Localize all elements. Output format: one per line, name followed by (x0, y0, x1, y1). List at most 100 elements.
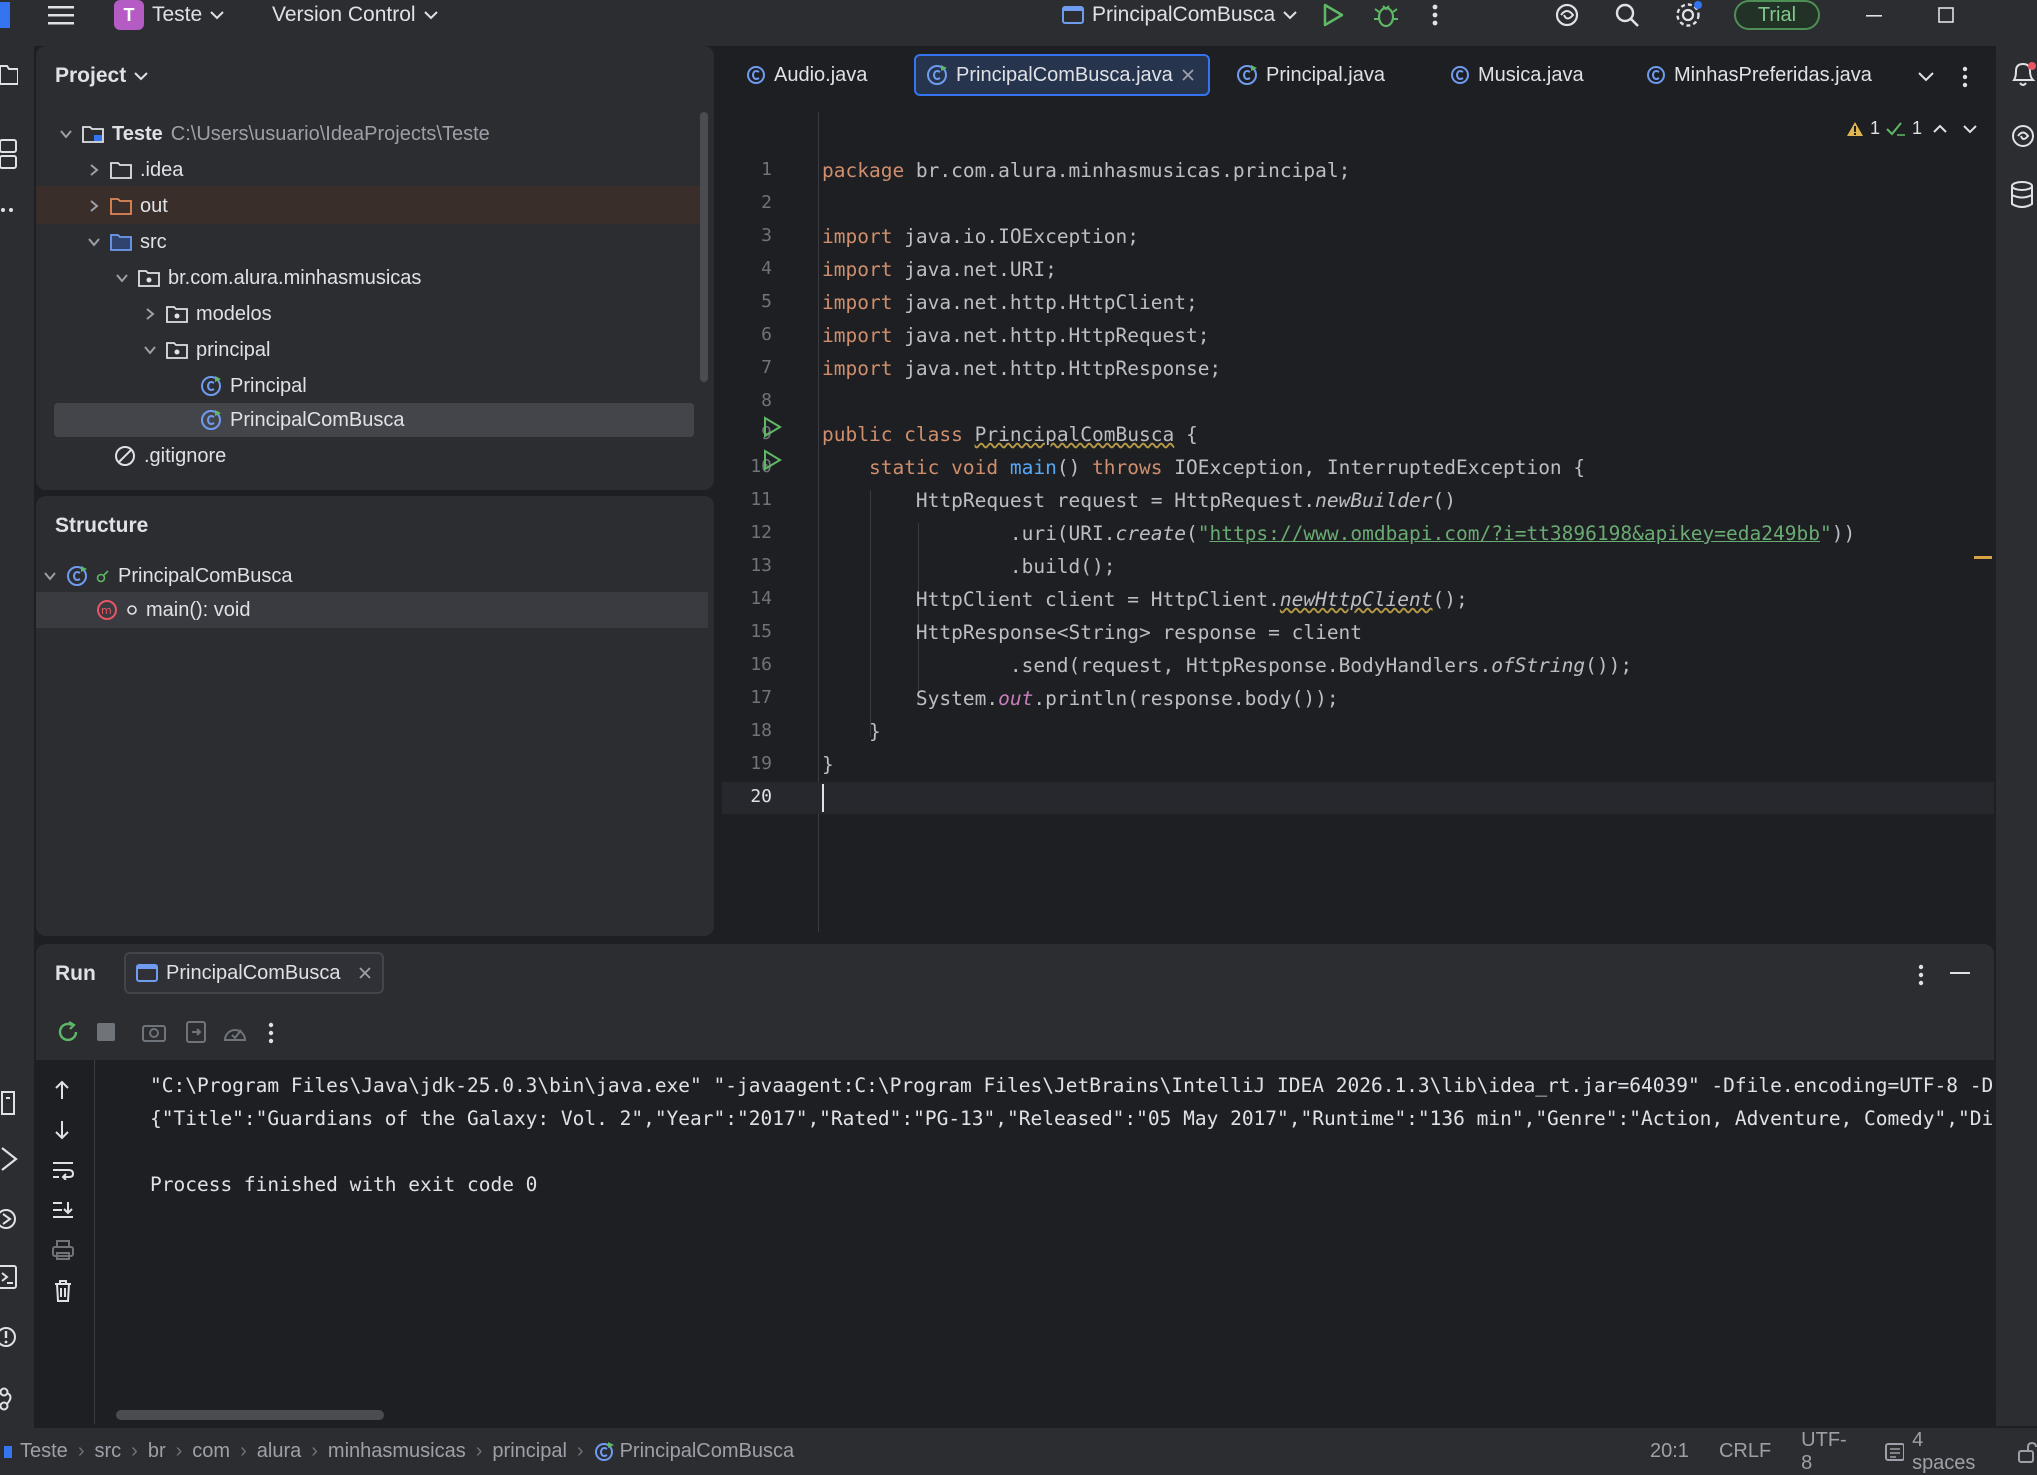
more-vertical-icon[interactable] (268, 1022, 274, 1044)
stop-icon[interactable] (96, 1022, 116, 1042)
tree-item-principal-class[interactable]: Principal (200, 369, 307, 403)
main-menu-button[interactable] (48, 0, 74, 30)
arrow-down-icon[interactable] (54, 1120, 70, 1140)
breadcrumb-item[interactable]: alura (257, 1440, 301, 1463)
token: throws (1092, 456, 1163, 479)
runnable-class-icon (927, 65, 947, 85)
tree-item-modelos[interactable]: modelos (142, 297, 272, 331)
breadcrumb-item[interactable]: principal (492, 1440, 566, 1463)
project-panel: Project Teste C:\Users\usuario\IdeaProje… (36, 46, 714, 490)
tab-label: Principal.java (1266, 63, 1385, 86)
tree-item-src[interactable]: src (86, 225, 167, 259)
bug-icon (1374, 5, 1398, 28)
services-icon[interactable] (0, 1088, 18, 1118)
tab-minhaspreferidas[interactable]: MinhasPreferidas.java (1636, 54, 1882, 96)
more-vertical-icon[interactable] (1918, 964, 1924, 986)
exit-icon[interactable] (184, 1020, 208, 1044)
token: System. (915, 687, 999, 710)
tab-audio[interactable]: Audio.java (736, 54, 877, 96)
hide-panel-icon[interactable] (1950, 972, 1970, 976)
vcs-menu[interactable]: Version Control (272, 0, 438, 30)
rerun-icon[interactable] (56, 1020, 80, 1044)
more-vertical-icon[interactable] (1962, 66, 1968, 88)
tree-item-gitignore[interactable]: .gitignore (114, 439, 226, 473)
project-switcher[interactable]: T Teste (114, 0, 224, 30)
close-icon[interactable] (1181, 68, 1195, 82)
more-vertical-icon (1432, 4, 1438, 26)
settings-button[interactable] (1674, 0, 1702, 30)
breadcrumb-item[interactable]: minhasmusicas (328, 1440, 466, 1463)
run-tab-principalcombusca[interactable]: PrincipalComBusca (124, 952, 384, 994)
token: " (1819, 522, 1832, 545)
folder-icon[interactable] (0, 62, 18, 86)
breadcrumb-item[interactable]: Teste (20, 1440, 68, 1463)
minimize-icon (1866, 15, 1882, 17)
console-output[interactable]: "C:\Program Files\Java\jdk-25.0.3\bin\ja… (72, 1060, 1994, 1380)
ai-chat-icon[interactable] (2010, 122, 2037, 150)
close-icon[interactable] (358, 966, 372, 980)
structure-panel: Structure PrincipalComBusca m main(): vo… (36, 496, 714, 936)
problems-icon[interactable] (0, 1322, 20, 1352)
file-encoding[interactable]: UTF-8 (1801, 1429, 1855, 1475)
git-icon[interactable] (0, 1384, 20, 1414)
tree-item-principal-package[interactable]: principal (142, 333, 270, 367)
unlock-icon[interactable] (2017, 1441, 2037, 1463)
breadcrumb-item[interactable]: br (148, 1440, 166, 1463)
console-horizontal-scrollbar[interactable] (116, 1410, 384, 1420)
chevron-down-icon[interactable] (1918, 72, 1934, 82)
tree-item-out[interactable]: out (86, 189, 168, 223)
status-bar: Teste › src › br › com › alura › minhasmusica… (0, 1428, 2037, 1475)
print-icon[interactable] (52, 1240, 74, 1260)
project-scrollbar[interactable] (700, 112, 708, 382)
run-tool-icon[interactable] (0, 1144, 20, 1174)
breadcrumb-item[interactable]: com (192, 1440, 230, 1463)
more-actions-button[interactable] (1432, 0, 1438, 30)
tab-musica[interactable]: Musica.java (1440, 54, 1594, 96)
scroll-to-end-icon[interactable] (52, 1200, 74, 1220)
indent-widget[interactable]: 4 spaces (1885, 1429, 1988, 1475)
breadcrumb-item[interactable]: src (94, 1440, 121, 1463)
debug-tool-icon[interactable] (0, 1204, 20, 1234)
console-line: Process finished with exit code 0 (150, 1173, 538, 1196)
structure-item-class[interactable]: PrincipalComBusca (42, 559, 293, 593)
tree-item-package[interactable]: br.com.alura.minhasmusicas (114, 261, 421, 295)
code-area[interactable]: package br.com.alura.minhasmusicas.princ… (722, 112, 1994, 932)
notifications-icon[interactable] (2010, 60, 2037, 88)
caret-position[interactable]: 20:1 (1650, 1440, 1689, 1463)
structure-icon[interactable] (0, 138, 18, 170)
tree-label: Principal (230, 374, 307, 397)
terminal-icon[interactable] (0, 1262, 20, 1292)
camera-icon[interactable] (142, 1022, 166, 1042)
soft-wrap-icon[interactable] (52, 1160, 74, 1180)
minimize-button[interactable] (1866, 0, 1884, 30)
arrow-up-icon[interactable] (54, 1080, 70, 1100)
tab-principal[interactable]: Principal.java (1226, 54, 1395, 96)
debug-button[interactable] (1374, 0, 1398, 30)
structure-item-main[interactable]: m main(): void (96, 593, 250, 627)
code-line-19: } (822, 753, 834, 776)
project-panel-header[interactable]: Project (55, 64, 148, 88)
maximize-button[interactable] (1938, 0, 1956, 30)
run-button[interactable] (1322, 0, 1344, 30)
ai-assistant-button[interactable] (1554, 0, 1580, 30)
database-icon[interactable] (2010, 180, 2037, 210)
app-logo-icon[interactable] (0, 0, 12, 30)
tree-item-teste[interactable]: Teste C:\Users\usuario\IdeaProjects\Test… (58, 117, 490, 151)
breadcrumb-item-class[interactable]: PrincipalComBusca (594, 1440, 794, 1463)
tree-item-idea[interactable]: .idea (86, 153, 183, 187)
coverage-icon[interactable] (222, 1020, 248, 1044)
console-line: {"Title":"Guardians of the Galaxy: Vol. … (150, 1107, 1994, 1130)
more-horizontal-icon[interactable] (0, 206, 18, 214)
search-button[interactable] (1614, 0, 1640, 30)
trial-badge[interactable]: Trial (1734, 0, 1820, 30)
tree-label: modelos (196, 302, 272, 325)
trash-icon[interactable] (54, 1280, 72, 1302)
token: ()); (1585, 654, 1633, 677)
tab-principalcombusca[interactable]: PrincipalComBusca.java (914, 54, 1210, 96)
run-config-selector[interactable]: PrincipalComBusca (1062, 0, 1297, 30)
tree-label: br.com.alura.minhasmusicas (168, 266, 422, 289)
line-separator[interactable]: CRLF (1719, 1440, 1771, 1463)
token: import (822, 225, 893, 248)
url-link[interactable]: https://www.omdbapi.com/?i=tt3896198&api… (1209, 522, 1819, 545)
tree-item-principalcombusca[interactable]: PrincipalComBusca (200, 403, 405, 437)
